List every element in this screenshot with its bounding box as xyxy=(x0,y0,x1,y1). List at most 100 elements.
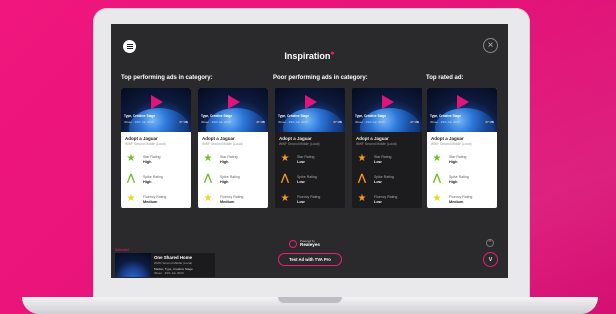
ad-score: 27 xyxy=(485,120,489,124)
metric-value: High xyxy=(143,179,152,184)
ad-subtitle: WWF Second Middle (Local) xyxy=(279,142,320,146)
metric-text: Star Rating Low xyxy=(297,155,315,164)
metric-value: High xyxy=(143,159,152,164)
ad-type: Type, Creative Stage xyxy=(278,114,310,118)
ad-type: Type, Creative Stage xyxy=(124,114,156,118)
star-icon: ★ xyxy=(126,193,136,204)
metric-row: ★ Star Rating High xyxy=(125,152,187,166)
metric-row: ★ Star Rating High xyxy=(202,152,264,166)
metric-label: Spike Rating xyxy=(374,174,394,179)
ad-thumbnail[interactable]: Type, Creative Stage 30sec · 29th Jun 202… xyxy=(352,88,422,132)
metric-label: Fluency Rating xyxy=(220,194,244,199)
metric-label: Star Rating xyxy=(297,154,315,159)
test-ad-button[interactable]: Test Ad with TVA Pro xyxy=(278,253,342,266)
metric-text: Spike Rating Low xyxy=(374,175,394,184)
metric-text: Spike Rating Low xyxy=(297,175,317,184)
metric-label: Fluency Rating xyxy=(297,194,321,199)
metric-row: ★ Fluency Rating Medium xyxy=(125,192,187,206)
ad-score: 27 xyxy=(256,120,260,124)
ad-type: Type, Creative Stage xyxy=(430,114,462,118)
metric-row: ★ Fluency Rating Medium xyxy=(431,192,493,206)
play-icon[interactable] xyxy=(151,95,163,109)
metric-label: Spike Rating xyxy=(297,174,317,179)
mini-player[interactable]: One Shared Home WWF Second Middle (Local… xyxy=(115,253,215,277)
realeyes-logo-icon xyxy=(289,240,297,248)
metric-row: ★ Fluency Rating Low xyxy=(356,192,418,206)
spike-icon: ⋀ xyxy=(280,173,290,184)
ad-card[interactable]: Type, Creative Stage 30sec · 29th Jun 202… xyxy=(121,88,191,208)
ad-card[interactable]: Type, Creative Stage 30sec · 29th Jun 202… xyxy=(198,88,268,208)
ad-date: 30sec · 29th Jun 2020 xyxy=(124,120,154,124)
ad-type: Type, Creative Stage xyxy=(355,114,387,118)
metric-text: Fluency Rating Medium xyxy=(220,195,243,204)
ad-name: Adopt a Jaguar xyxy=(356,136,389,141)
metric-value: Medium xyxy=(143,199,158,204)
metric-text: Fluency Rating Low xyxy=(374,195,397,204)
ad-market: UK xyxy=(183,120,188,124)
scroll-down-icon[interactable]: v xyxy=(483,252,498,267)
ad-subtitle: WWF Second Middle (Local) xyxy=(202,142,243,146)
star-icon: ★ xyxy=(203,193,213,204)
metric-label: Star Rating xyxy=(449,154,467,159)
mini-player-thumbnail[interactable] xyxy=(115,253,151,277)
star-icon: ★ xyxy=(357,153,367,164)
mini-player-date: 30sec · 29th Jun 2020 xyxy=(154,271,184,275)
play-icon[interactable] xyxy=(228,95,240,109)
ad-card[interactable]: Type, Creative Stage 30sec · 29th Jun 202… xyxy=(275,88,345,208)
mini-player-title: One Shared Home xyxy=(154,255,193,260)
metric-value: High xyxy=(449,179,458,184)
metric-value: Low xyxy=(374,179,382,184)
powered-by-text: Powered by Realeyes xyxy=(300,240,320,247)
ad-card[interactable]: Type, Creative Stage 30sec · 29th Jun 202… xyxy=(427,88,497,208)
ad-meta: 27UK xyxy=(410,120,419,124)
metric-label: Spike Rating xyxy=(143,174,163,179)
ad-thumbnail[interactable]: Type, Creative Stage 30sec · 29th Jun 202… xyxy=(427,88,497,132)
ad-market: UK xyxy=(260,120,265,124)
play-icon[interactable] xyxy=(305,95,317,109)
app-screen: × Inspiration● Top performing ads in cat… xyxy=(111,24,508,278)
metric-text: Fluency Rating Low xyxy=(297,195,320,204)
ad-thumbnail[interactable]: Type, Creative Stage 30sec · 29th Jun 202… xyxy=(121,88,191,132)
metric-label: Fluency Rating xyxy=(449,194,473,199)
ad-type: Type, Creative Stage xyxy=(201,114,233,118)
ad-score: 27 xyxy=(179,120,183,124)
metric-row: ⋀ Spike Rating Low xyxy=(279,172,341,186)
ad-subtitle: WWF Second Middle (Local) xyxy=(356,142,397,146)
metric-value: High xyxy=(220,159,229,164)
metric-label: Star Rating xyxy=(143,154,161,159)
metric-row: ★ Fluency Rating Low xyxy=(279,192,341,206)
metric-text: Spike Rating High xyxy=(449,175,469,184)
star-icon: ★ xyxy=(432,193,442,204)
metric-text: Spike Rating High xyxy=(143,175,163,184)
ad-market: UK xyxy=(414,120,419,124)
metric-label: Spike Rating xyxy=(220,174,240,179)
metric-text: Fluency Rating Medium xyxy=(449,195,472,204)
star-icon: ★ xyxy=(280,153,290,164)
ad-name: Adopt a Jaguar xyxy=(125,136,158,141)
spike-icon: ⋀ xyxy=(432,173,442,184)
metric-label: Spike Rating xyxy=(449,174,469,179)
laptop-notch xyxy=(278,297,342,303)
ad-meta: 27UK xyxy=(485,120,494,124)
play-icon[interactable] xyxy=(382,95,394,109)
ad-thumbnail[interactable]: Type, Creative Stage 30sec · 29th Jun 202… xyxy=(275,88,345,132)
star-icon: ★ xyxy=(432,153,442,164)
ad-card[interactable]: Type, Creative Stage 30sec · 29th Jun 202… xyxy=(352,88,422,208)
ad-score: 27 xyxy=(410,120,414,124)
scroll-up-icon[interactable]: ^ xyxy=(486,239,494,247)
metric-row: ★ Star Rating High xyxy=(431,152,493,166)
ad-date: 30sec · 29th Jun 2020 xyxy=(355,120,385,124)
metric-row: ⋀ Spike Rating High xyxy=(202,172,264,186)
star-icon: ★ xyxy=(357,193,367,204)
metric-row: ⋀ Spike Rating High xyxy=(431,172,493,186)
metric-value: Low xyxy=(374,159,382,164)
metric-value: Low xyxy=(297,159,305,164)
ad-subtitle: WWF Second Middle (Local) xyxy=(431,142,472,146)
ad-subtitle: WWF Second Middle (Local) xyxy=(125,142,166,146)
ad-name: Adopt a Jaguar xyxy=(431,136,464,141)
play-icon[interactable] xyxy=(457,95,469,109)
ad-market: UK xyxy=(489,120,494,124)
mini-player-info: One Shared Home WWF Second Middle (Local… xyxy=(151,253,196,277)
ad-thumbnail[interactable]: Type, Creative Stage 30sec · 29th Jun 202… xyxy=(198,88,268,132)
section-label-top-performing: Top performing ads in category: xyxy=(121,75,213,81)
